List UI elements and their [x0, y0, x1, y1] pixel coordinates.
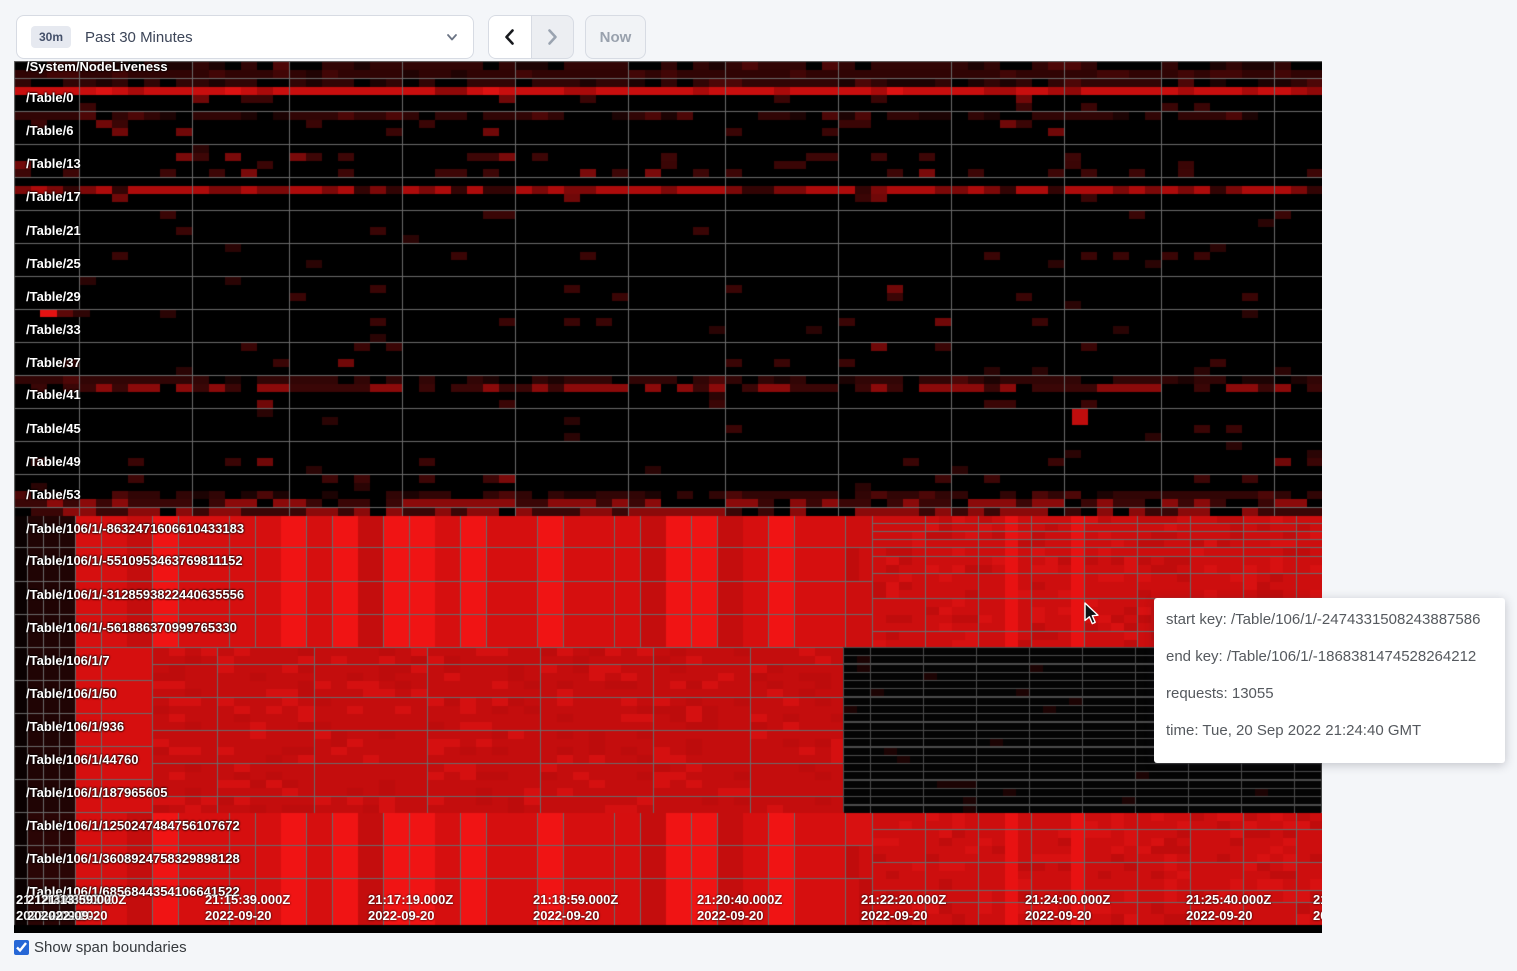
- key-visualizer[interactable]: /System/NodeLiveness/Table/0/Table/6/Tab…: [14, 61, 1322, 933]
- chevron-right-icon: [543, 28, 561, 46]
- chevron-down-icon: [445, 30, 459, 44]
- tooltip-requests: requests: 13055: [1166, 685, 1493, 702]
- tooltip-start-key: start key: /Table/106/1/-247433150824388…: [1166, 611, 1493, 628]
- tooltip-end-key: end key: /Table/106/1/-18683814745282642…: [1166, 648, 1493, 665]
- show-span-boundaries-checkbox[interactable]: [14, 940, 29, 955]
- tooltip-time: time: Tue, 20 Sep 2022 21:24:40 GMT: [1166, 722, 1493, 739]
- heatmap-canvas[interactable]: [14, 61, 1322, 933]
- hover-tooltip: start key: /Table/106/1/-247433150824388…: [1154, 598, 1505, 763]
- back-arrow-button[interactable]: [489, 16, 532, 58]
- time-window-label: Past 30 Minutes: [85, 29, 445, 46]
- show-span-boundaries-label: Show span boundaries: [34, 939, 187, 956]
- now-button[interactable]: Now: [585, 15, 646, 59]
- time-nav-group: [488, 15, 574, 59]
- time-window-dropdown[interactable]: 30m Past 30 Minutes: [16, 15, 474, 59]
- forward-arrow-button[interactable]: [532, 16, 574, 58]
- show-span-boundaries-control[interactable]: Show span boundaries: [14, 939, 187, 956]
- chevron-left-icon: [501, 28, 519, 46]
- time-window-badge: 30m: [31, 26, 71, 48]
